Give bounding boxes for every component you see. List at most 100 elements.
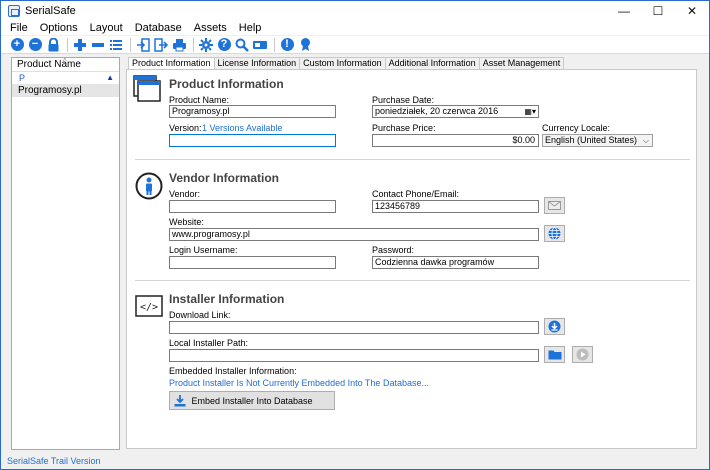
chevron-down-icon: ⌵ [642,136,649,145]
vendor-section-title: Vendor Information [169,171,280,185]
toolbar-separator [67,37,68,52]
login-username-input[interactable] [169,256,336,269]
menu-options[interactable]: Options [40,22,78,34]
help-icon[interactable]: ? [216,37,232,53]
contact-input[interactable]: 123456789 [372,200,539,213]
product-filter-row[interactable]: P ▲ [12,72,119,84]
toolbar-separator [274,37,275,52]
badge-icon[interactable] [297,37,313,53]
purchase-date-value: poniedziałek, 20 czerwca 2016 [375,106,499,116]
list-item[interactable]: Programosy.pl [12,84,119,97]
filter-value: P [19,73,26,83]
menu-help[interactable]: Help [239,22,262,34]
globe-icon [548,227,561,240]
device-icon[interactable] [252,37,268,53]
toolbar-separator [130,37,131,52]
product-list-panel: Product Name ^ P ▲ Programosy.pl [11,57,120,450]
lock-icon[interactable] [45,37,61,53]
title-bar: SerialSafe — ☐ ✕ [1,1,709,21]
run-installer-button[interactable] [572,346,593,363]
password-input[interactable]: Codzienna dawka programów [372,256,539,269]
add-icon[interactable]: + [9,37,25,53]
tab-custom-information[interactable]: Custom Information [299,57,386,69]
purchase-price-label: Purchase Price: [372,123,436,133]
website-input[interactable]: www.programosy.pl [169,228,539,241]
search-icon[interactable] [234,37,250,53]
website-label: Website: [169,217,204,227]
login-username-label: Login Username: [169,245,238,255]
currency-locale-select[interactable]: English (United States) ⌵ [542,134,653,147]
browse-folder-button[interactable] [544,346,565,363]
purchase-date-picker[interactable]: poniedziałek, 20 czerwca 2016 ▦▾ [372,105,539,118]
menu-database[interactable]: Database [135,22,182,34]
menu-file[interactable]: File [10,22,28,34]
vendor-input[interactable] [169,200,336,213]
section-divider [135,159,690,160]
printer-icon[interactable] [171,37,187,53]
window-title: SerialSafe [25,5,76,17]
download-link-label: Download Link: [169,310,231,320]
collapse-arrow-icon[interactable]: ▲ [106,72,114,84]
email-button[interactable] [544,197,565,214]
calendar-dropdown-icon[interactable]: ▦▾ [524,106,536,117]
envelope-icon [548,201,561,210]
settings-icon[interactable] [198,37,214,53]
list-icon[interactable] [108,37,124,53]
export-icon[interactable] [153,37,169,53]
purchase-price-input[interactable]: $0.00 [372,134,539,147]
tab-asset-management[interactable]: Asset Management [478,57,565,69]
window-controls: — ☐ ✕ [607,1,709,21]
play-icon [576,348,589,361]
currency-locale-label: Currency Locale: [542,123,611,133]
embedded-status-link[interactable]: Product Installer Is Not Currently Embed… [169,378,429,388]
menu-assets[interactable]: Assets [194,22,227,34]
product-name-input[interactable]: Programosy.pl [169,105,336,118]
menu-layout[interactable]: Layout [90,22,123,34]
remove-icon[interactable]: − [27,37,43,53]
tab-license-information[interactable]: License Information [213,57,301,69]
vendor-label: Vendor: [169,189,201,199]
version-label: Version: [169,123,202,133]
import-icon[interactable] [135,37,151,53]
versions-available-link[interactable]: 1 Versions Available [202,123,282,133]
version-input[interactable] [169,134,336,147]
tab-additional-information[interactable]: Additional Information [384,57,480,69]
app-logo-icon [8,5,20,17]
product-section-title: Product Information [169,77,284,91]
purchase-date-label: Purchase Date: [372,95,435,105]
minimize-button[interactable]: — [607,1,641,21]
embed-button-label: Embed Installer Into Database [191,396,313,406]
installer-section-title: Installer Information [169,292,285,306]
embed-installer-button[interactable]: Embed Installer Into Database [169,391,335,410]
download-link-input[interactable] [169,321,539,334]
currency-locale-value: English (United States) [545,135,638,145]
local-installer-path-input[interactable] [169,349,539,362]
close-button[interactable]: ✕ [675,1,709,21]
column-header-label: Product Name [17,59,81,70]
contact-label: Contact Phone/Email: [372,189,460,199]
local-installer-path-label: Local Installer Path: [169,338,249,348]
menu-bar: File Options Layout Database Assets Help [1,21,709,35]
minus-icon[interactable] [90,37,106,53]
info-icon[interactable]: ! [279,37,295,53]
product-name-column-header[interactable]: Product Name ^ [12,57,119,72]
code-icon: </> [135,295,163,317]
product-information-content: Product Information Product Name: Progra… [126,69,697,449]
vendor-person-icon [135,172,163,200]
plus-icon[interactable] [72,37,88,53]
open-website-button[interactable] [544,225,565,242]
toolbar-separator [193,37,194,52]
product-windows-icon [133,75,161,102]
toolbar: + − ? ! [1,36,709,54]
app-window: SerialSafe — ☐ ✕ File Options Layout Dat… [0,0,710,470]
sort-caret-icon: ^ [63,57,67,66]
product-name-label: Product Name: [169,95,230,105]
svg-text:</>: </> [140,302,158,313]
tab-strip: Product Information License Information … [128,57,565,70]
section-divider [135,280,690,281]
maximize-button[interactable]: ☐ [641,1,675,21]
download-button[interactable] [544,318,565,335]
password-label: Password: [372,245,415,255]
status-bar: SerialSafe Trail Version [1,454,709,469]
embedded-installer-label: Embedded Installer Information: [169,366,297,376]
